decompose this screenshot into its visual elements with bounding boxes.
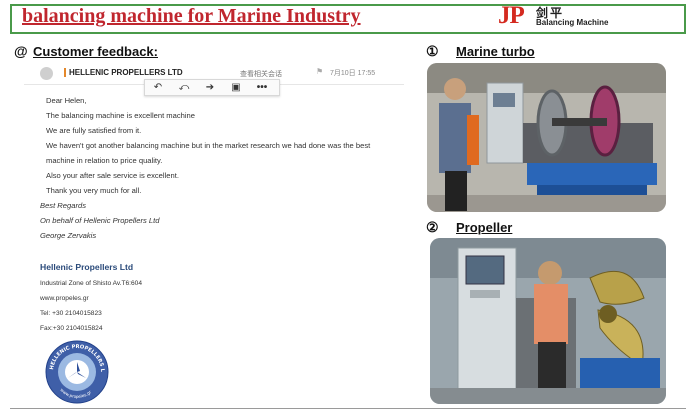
more-icon[interactable]: ••• — [249, 80, 275, 95]
bottom-divider — [10, 408, 686, 409]
email-body-line: We haven't got another balancing machine… — [46, 141, 371, 150]
contact-address: Industrial Zone of Shisto Av.T6:604 — [40, 280, 143, 287]
email-sender[interactable]: HELLENIC PROPELLERS LTD — [64, 68, 183, 77]
contact-fax: Fax:+30 2104015824 — [40, 325, 103, 332]
contact-phone: Tel: +30 2104015823 — [40, 310, 102, 317]
at-icon: @ — [14, 43, 28, 59]
email-body-line: The balancing machine is excellent machi… — [46, 111, 196, 120]
flag-icon[interactable]: ⚑ — [316, 67, 323, 76]
email-body-line: machine in relation to price quality. — [46, 156, 163, 165]
company-logo: JP 剑平 Balancing Machine — [498, 2, 608, 30]
signature-line: Best Regards — [40, 201, 87, 210]
email-body-line: We are fully satisfied from it. — [46, 126, 142, 135]
email-body-line: Also your after sale service is excellen… — [46, 171, 179, 180]
section-number: ① — [426, 43, 439, 59]
company-name: Hellenic Propellers Ltd — [40, 262, 134, 272]
email-screenshot: HELLENIC PROPELLERS LTD 查看相关会话 ⚑ 7月10日 1… — [24, 62, 404, 404]
email-toolbar: ↶ ⤺ ➔ ▣ ••• — [144, 79, 280, 96]
marine-turbo-photo — [427, 63, 666, 212]
avatar — [40, 67, 53, 80]
company-seal-logo: HELLENIC PROPELLERS LTD www.propeles.gr — [45, 340, 109, 404]
signature-line: On behalf of Hellenic Propellers Ltd — [40, 216, 160, 225]
view-conversation-link[interactable]: 查看相关会话 — [240, 69, 282, 79]
reply-icon[interactable]: ↶ — [145, 80, 171, 95]
email-date: 7月10日 17:55 — [330, 70, 376, 77]
reply-all-icon[interactable]: ⤺ — [171, 80, 197, 95]
forward-icon[interactable]: ➔ — [197, 80, 223, 95]
logo-letters: JP — [498, 2, 525, 29]
section-title-marine-turbo: Marine turbo — [456, 44, 535, 59]
page-title: balancing machine for Marine Industry — [22, 5, 361, 27]
feedback-title: Customer feedback: — [33, 44, 158, 59]
signature-line: George Zervakis — [40, 231, 97, 240]
section-title-propeller: Propeller — [456, 220, 513, 235]
email-body-line: Dear Helen, — [46, 96, 87, 105]
logo-subtitle: Balancing Machine — [536, 18, 609, 27]
email-body-line: Thank you very much for all. — [46, 186, 142, 195]
section-number: ② — [426, 219, 439, 235]
propeller-photo — [430, 238, 666, 404]
contact-website[interactable]: www.propeles.gr — [40, 295, 89, 302]
save-icon[interactable]: ▣ — [223, 80, 249, 95]
